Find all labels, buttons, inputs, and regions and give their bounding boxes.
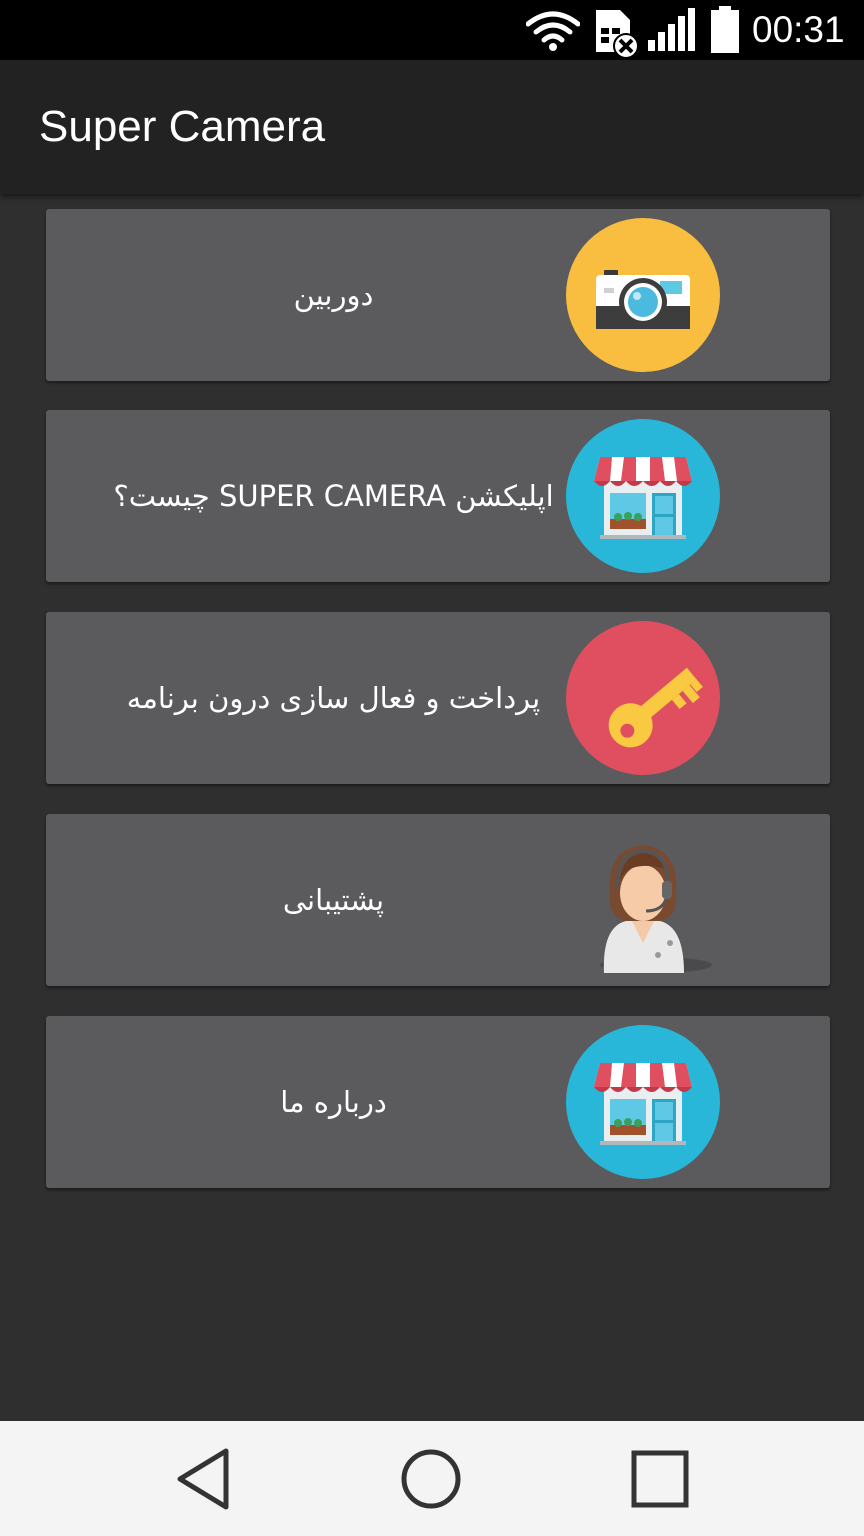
camera-icon <box>566 218 720 372</box>
menu-item-payment[interactable]: پرداخت و فعال سازی درون برنامه <box>46 612 830 784</box>
app-bar: Super Camera <box>0 60 864 194</box>
wifi-icon <box>526 11 580 51</box>
menu-item-label: پشتیبانی <box>282 883 385 917</box>
home-icon[interactable] <box>395 1443 467 1515</box>
app-title: Super Camera <box>39 102 326 151</box>
back-icon[interactable] <box>168 1443 240 1515</box>
support-agent-icon <box>600 845 712 973</box>
menu-item-label: پرداخت و فعال سازی درون برنامه <box>126 681 541 715</box>
battery-icon <box>711 6 739 53</box>
store-icon <box>566 1025 720 1179</box>
menu-item-label: درباره ما <box>280 1085 387 1119</box>
key-icon <box>566 621 720 775</box>
menu-item-about-us[interactable]: درباره ما <box>46 1016 830 1188</box>
status-time: 00:31 <box>752 9 845 50</box>
menu-item-label: اپلیکشن SUPER CAMERA چیست؟ <box>113 479 554 513</box>
navigation-bar <box>0 1421 864 1536</box>
signal-icon <box>648 8 695 51</box>
menu-item-camera[interactable]: دوربین <box>46 209 830 381</box>
status-bar: 00:31 <box>0 0 864 60</box>
menu-item-about-app[interactable]: اپلیکشن SUPER CAMERA چیست؟ <box>46 410 830 582</box>
recents-icon[interactable] <box>624 1443 696 1515</box>
menu-item-support[interactable]: پشتیبانی <box>46 814 830 986</box>
store-icon <box>566 419 720 573</box>
sim-card-missing-icon <box>596 10 639 59</box>
menu-item-label: دوربین <box>293 278 374 312</box>
